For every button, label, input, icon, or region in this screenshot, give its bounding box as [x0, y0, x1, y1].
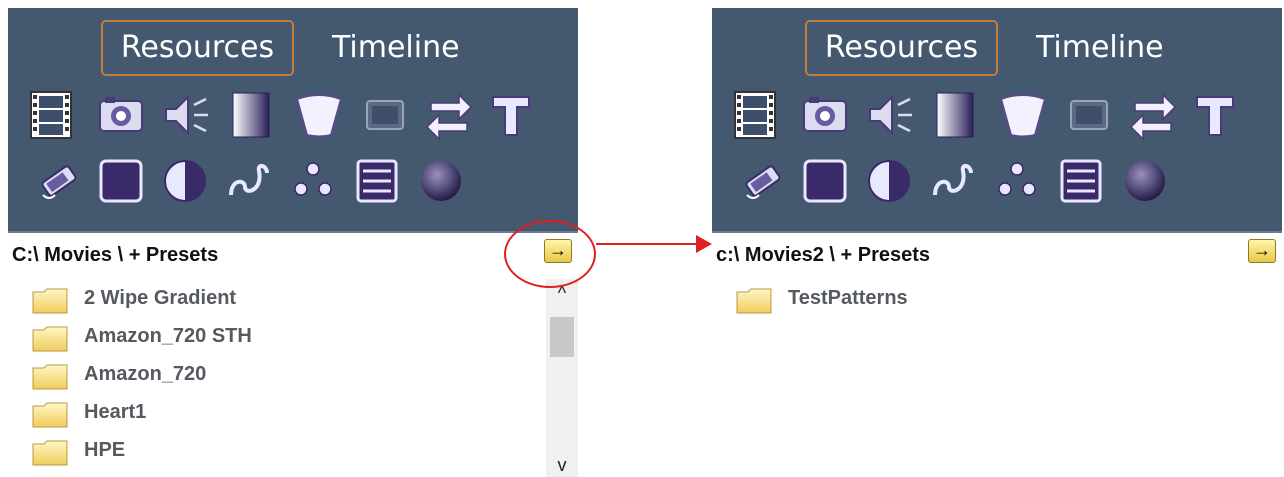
- sphere-icon[interactable]: [412, 152, 470, 210]
- folder-name: Heart1: [84, 401, 147, 423]
- tab-resources[interactable]: Resources: [101, 20, 294, 76]
- list-item[interactable]: Amazon_720 STH: [8, 317, 578, 355]
- resources-panel-before: Resources Timeline C:\ Movies \ + Preset…: [8, 8, 578, 477]
- list-item[interactable]: HPE: [8, 431, 578, 469]
- folder-icon: [32, 440, 68, 466]
- list-icon[interactable]: [1052, 152, 1110, 210]
- wave-icon[interactable]: [924, 152, 982, 210]
- contrast-icon[interactable]: [156, 152, 214, 210]
- folder-icon: [736, 288, 772, 314]
- swap-icon[interactable]: [1124, 86, 1182, 144]
- tab-bar: Resources Timeline: [8, 20, 578, 78]
- folder-icon: [32, 288, 68, 314]
- folder-icon: [32, 326, 68, 352]
- folder-name: TestPatterns: [788, 287, 908, 309]
- list-item[interactable]: Amazon_720: [8, 355, 578, 393]
- text-icon[interactable]: [1186, 86, 1244, 144]
- navigate-arrow-button[interactable]: →: [1248, 239, 1276, 263]
- folder-list: 2 Wipe Gradient Amazon_720 STH Amazon_72…: [8, 279, 578, 469]
- file-browser: C:\ Movies \ + Presets → 2 Wipe Gradient…: [8, 231, 578, 477]
- wedge-icon[interactable]: [994, 86, 1052, 144]
- dots-icon[interactable]: [284, 152, 342, 210]
- film-icon[interactable]: [22, 86, 80, 144]
- list-item[interactable]: Heart1: [8, 393, 578, 431]
- gradient-icon[interactable]: [222, 86, 280, 144]
- effects-icon[interactable]: [30, 152, 88, 210]
- wedge-icon[interactable]: [290, 86, 348, 144]
- sphere-icon[interactable]: [1116, 152, 1174, 210]
- contrast-icon[interactable]: [860, 152, 918, 210]
- tab-bar: Resources Timeline: [712, 20, 1282, 78]
- gradient-icon[interactable]: [926, 86, 984, 144]
- folder-name: 2 Wipe Gradient: [84, 287, 237, 309]
- tab-timeline[interactable]: Timeline: [318, 20, 474, 76]
- folder-list: TestPatterns: [712, 279, 1282, 317]
- square-icon[interactable]: [92, 152, 150, 210]
- film-icon[interactable]: [726, 86, 784, 144]
- list-item[interactable]: 2 Wipe Gradient: [8, 279, 578, 317]
- folder-name: Amazon_720 STH: [84, 325, 252, 347]
- path-label: C:\ Movies \ + Presets: [12, 244, 219, 266]
- list-icon[interactable]: [348, 152, 406, 210]
- monitor-icon[interactable]: [356, 86, 414, 144]
- annotation-arrow-head-icon: [696, 235, 712, 253]
- dots-icon[interactable]: [988, 152, 1046, 210]
- folder-icon: [32, 402, 68, 428]
- monitor-icon[interactable]: [1060, 86, 1118, 144]
- scroll-down-icon[interactable]: v: [546, 451, 578, 477]
- path-label: c:\ Movies2 \ + Presets: [716, 244, 931, 266]
- file-browser: c:\ Movies2 \ + Presets → TestPatterns: [712, 231, 1282, 477]
- square-icon[interactable]: [796, 152, 854, 210]
- tab-resources[interactable]: Resources: [805, 20, 998, 76]
- wave-icon[interactable]: [220, 152, 278, 210]
- highlight-circle: [504, 220, 596, 288]
- camera-icon[interactable]: [796, 86, 854, 144]
- audio-icon[interactable]: [861, 86, 919, 144]
- folder-name: Amazon_720: [84, 363, 207, 385]
- scroll-thumb[interactable]: [550, 317, 574, 357]
- camera-icon[interactable]: [92, 86, 150, 144]
- folder-name: HPE: [84, 439, 126, 461]
- scrollbar[interactable]: ^ v: [546, 279, 578, 477]
- resources-panel-after: Resources Timeline c:\ Movies2 \ + Prese…: [712, 8, 1282, 477]
- annotation-arrow-line: [596, 243, 698, 245]
- audio-icon[interactable]: [157, 86, 215, 144]
- text-icon[interactable]: [482, 86, 540, 144]
- list-item[interactable]: TestPatterns: [712, 279, 1282, 317]
- swap-icon[interactable]: [420, 86, 478, 144]
- tab-timeline[interactable]: Timeline: [1022, 20, 1178, 76]
- folder-icon: [32, 364, 68, 390]
- effects-icon[interactable]: [734, 152, 792, 210]
